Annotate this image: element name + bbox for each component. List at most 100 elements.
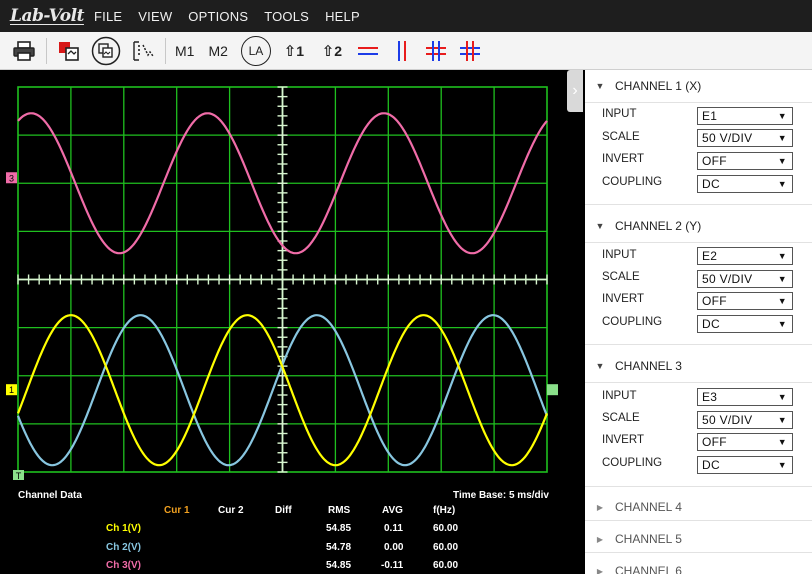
col-header-cur1: Cur 1	[164, 505, 190, 516]
col-header-avg: AVG	[382, 505, 403, 516]
channel-data-title: Channel Data	[18, 490, 82, 501]
input-label: INPUT	[602, 249, 637, 261]
cursor-tool-button[interactable]	[125, 35, 161, 67]
channel-2-input-value: E2	[702, 249, 718, 263]
col-header-cur2: Cur 2	[218, 505, 244, 516]
row-ch2-name: Ch 2(V)	[106, 542, 141, 553]
oscilloscope-app: Lab-Volt FILE VIEW OPTIONS TOOLS HELP M1…	[0, 0, 812, 574]
channel-3-scale-select[interactable]: 50 V/DIV ▼	[697, 411, 793, 429]
toolbar-separator	[165, 37, 166, 64]
menu-view[interactable]: VIEW	[130, 9, 180, 24]
reference-waveform-icon	[59, 41, 79, 61]
channel-2-invert-select[interactable]: OFF ▼	[697, 292, 793, 310]
coupling-label: COUPLING	[602, 316, 663, 328]
toolbar: M1 M2 LA ⇧ 1 ⇧ 2	[0, 32, 812, 70]
dropdown-arrow-icon: ▼	[777, 415, 787, 425]
dropdown-arrow-icon: ▼	[777, 133, 787, 143]
channel-4-header[interactable]: ▶ CHANNEL 4	[585, 492, 812, 522]
channel-2-invert-value: OFF	[702, 294, 727, 308]
cross-cursors-alt-icon	[459, 40, 480, 61]
menu-options[interactable]: OPTIONS	[180, 9, 256, 24]
row-ch2-freq: 60.00	[433, 542, 459, 553]
channel-6-title: CHANNEL 6	[615, 564, 682, 574]
panel-collapse-handle[interactable]: ›	[567, 70, 583, 112]
trigger-level-marker	[547, 384, 558, 396]
divider	[585, 486, 812, 487]
channel-2-coupling-select[interactable]: DC ▼	[697, 315, 793, 333]
channel-3-scale-value: 50 V/DIV	[702, 413, 753, 427]
cursor-2-button[interactable]: ⇧ 2	[313, 35, 351, 67]
trigger-marker-label: T	[16, 471, 22, 480]
cursor-1-button[interactable]: ⇧ 1	[275, 35, 313, 67]
dropdown-arrow-icon: ▼	[777, 296, 787, 306]
col-header-diff: Diff	[275, 505, 292, 516]
divider	[585, 344, 812, 345]
printer-icon	[13, 40, 35, 61]
col-header-rms: RMS	[328, 505, 351, 516]
print-button[interactable]	[6, 35, 42, 67]
row-ch3-avg: -0.11	[381, 560, 404, 571]
la-button[interactable]: LA	[237, 35, 275, 67]
channel-2-header[interactable]: ▼ CHANNEL 2 (Y)	[585, 211, 812, 241]
cursor-upload-icon: ⇧	[321, 42, 335, 60]
dropdown-arrow-icon: ▼	[777, 156, 787, 166]
channel-2-title: CHANNEL 2 (Y)	[615, 219, 702, 233]
channel-3-invert-value: OFF	[702, 435, 727, 449]
channel-2-coupling-value: DC	[702, 317, 720, 331]
channel-3-invert-select[interactable]: OFF ▼	[697, 433, 793, 451]
channel-3-coupling-select[interactable]: DC ▼	[697, 456, 793, 474]
channel-3-header[interactable]: ▼ CHANNEL 3	[585, 351, 812, 381]
caret-down-icon: ▼	[595, 361, 605, 371]
channel-1-coupling-value: DC	[702, 177, 720, 191]
coupling-label: COUPLING	[602, 176, 663, 188]
cross-cursors-alt-button[interactable]	[453, 35, 487, 67]
channel-5-header[interactable]: ▶ CHANNEL 5	[585, 524, 812, 554]
oscilloscope-display[interactable]: 3 1 T	[0, 70, 567, 480]
channel-1-title: CHANNEL 1 (X)	[615, 79, 702, 93]
memory-m2-button[interactable]: M2	[203, 35, 232, 67]
vertical-cursors-button[interactable]	[385, 35, 419, 67]
cursor-upload-icon: ⇧	[283, 42, 297, 60]
copy-waveform-button[interactable]	[87, 35, 125, 67]
dropdown-arrow-icon: ▼	[777, 392, 787, 402]
invert-label: INVERT	[602, 434, 644, 446]
cross-cursors-button[interactable]	[419, 35, 453, 67]
reference-waveform-button[interactable]	[51, 35, 87, 67]
caret-right-icon: ▶	[596, 502, 604, 512]
channel-1-invert-value: OFF	[702, 154, 727, 168]
channel-2-input-select[interactable]: E2 ▼	[697, 247, 793, 265]
channel-2-scale-select[interactable]: 50 V/DIV ▼	[697, 270, 793, 288]
dropdown-arrow-icon: ▼	[777, 111, 787, 121]
horizontal-cursors-button[interactable]	[351, 35, 385, 67]
menu-file[interactable]: FILE	[86, 9, 130, 24]
channel-1-input-select[interactable]: E1 ▼	[697, 107, 793, 125]
dotted-cursor-icon	[133, 40, 154, 61]
channel-1-header[interactable]: ▼ CHANNEL 1 (X)	[585, 71, 812, 101]
invert-label: INVERT	[602, 293, 644, 305]
dropdown-arrow-icon: ▼	[777, 437, 787, 447]
dropdown-arrow-icon: ▼	[777, 274, 787, 284]
menu-help[interactable]: HELP	[317, 9, 368, 24]
menu-tools[interactable]: TOOLS	[256, 9, 317, 24]
memory-m1-button[interactable]: M1	[170, 35, 199, 67]
cursor-1-label: 1	[296, 42, 305, 59]
scale-label: SCALE	[602, 271, 640, 283]
dropdown-arrow-icon: ▼	[777, 179, 787, 189]
horizontal-cursors-icon	[357, 46, 378, 55]
divider	[585, 382, 812, 383]
channel-5-title: CHANNEL 5	[615, 532, 682, 546]
channel-6-header[interactable]: ▶ CHANNEL 6	[585, 556, 812, 574]
channel-1-scale-select[interactable]: 50 V/DIV ▼	[697, 129, 793, 147]
channel-3-coupling-value: DC	[702, 458, 720, 472]
input-label: INPUT	[602, 390, 637, 402]
toolbar-separator	[46, 37, 47, 64]
channel-3-input-select[interactable]: E3 ▼	[697, 388, 793, 406]
row-ch1-avg: 0.11	[384, 523, 403, 534]
scale-label: SCALE	[602, 131, 640, 143]
row-ch3-name: Ch 3(V)	[106, 560, 141, 571]
channel-1-coupling-select[interactable]: DC ▼	[697, 175, 793, 193]
col-header-freq: f(Hz)	[433, 505, 456, 516]
chevron-right-icon: ›	[572, 82, 578, 99]
input-label: INPUT	[602, 108, 637, 120]
channel-1-invert-select[interactable]: OFF ▼	[697, 152, 793, 170]
